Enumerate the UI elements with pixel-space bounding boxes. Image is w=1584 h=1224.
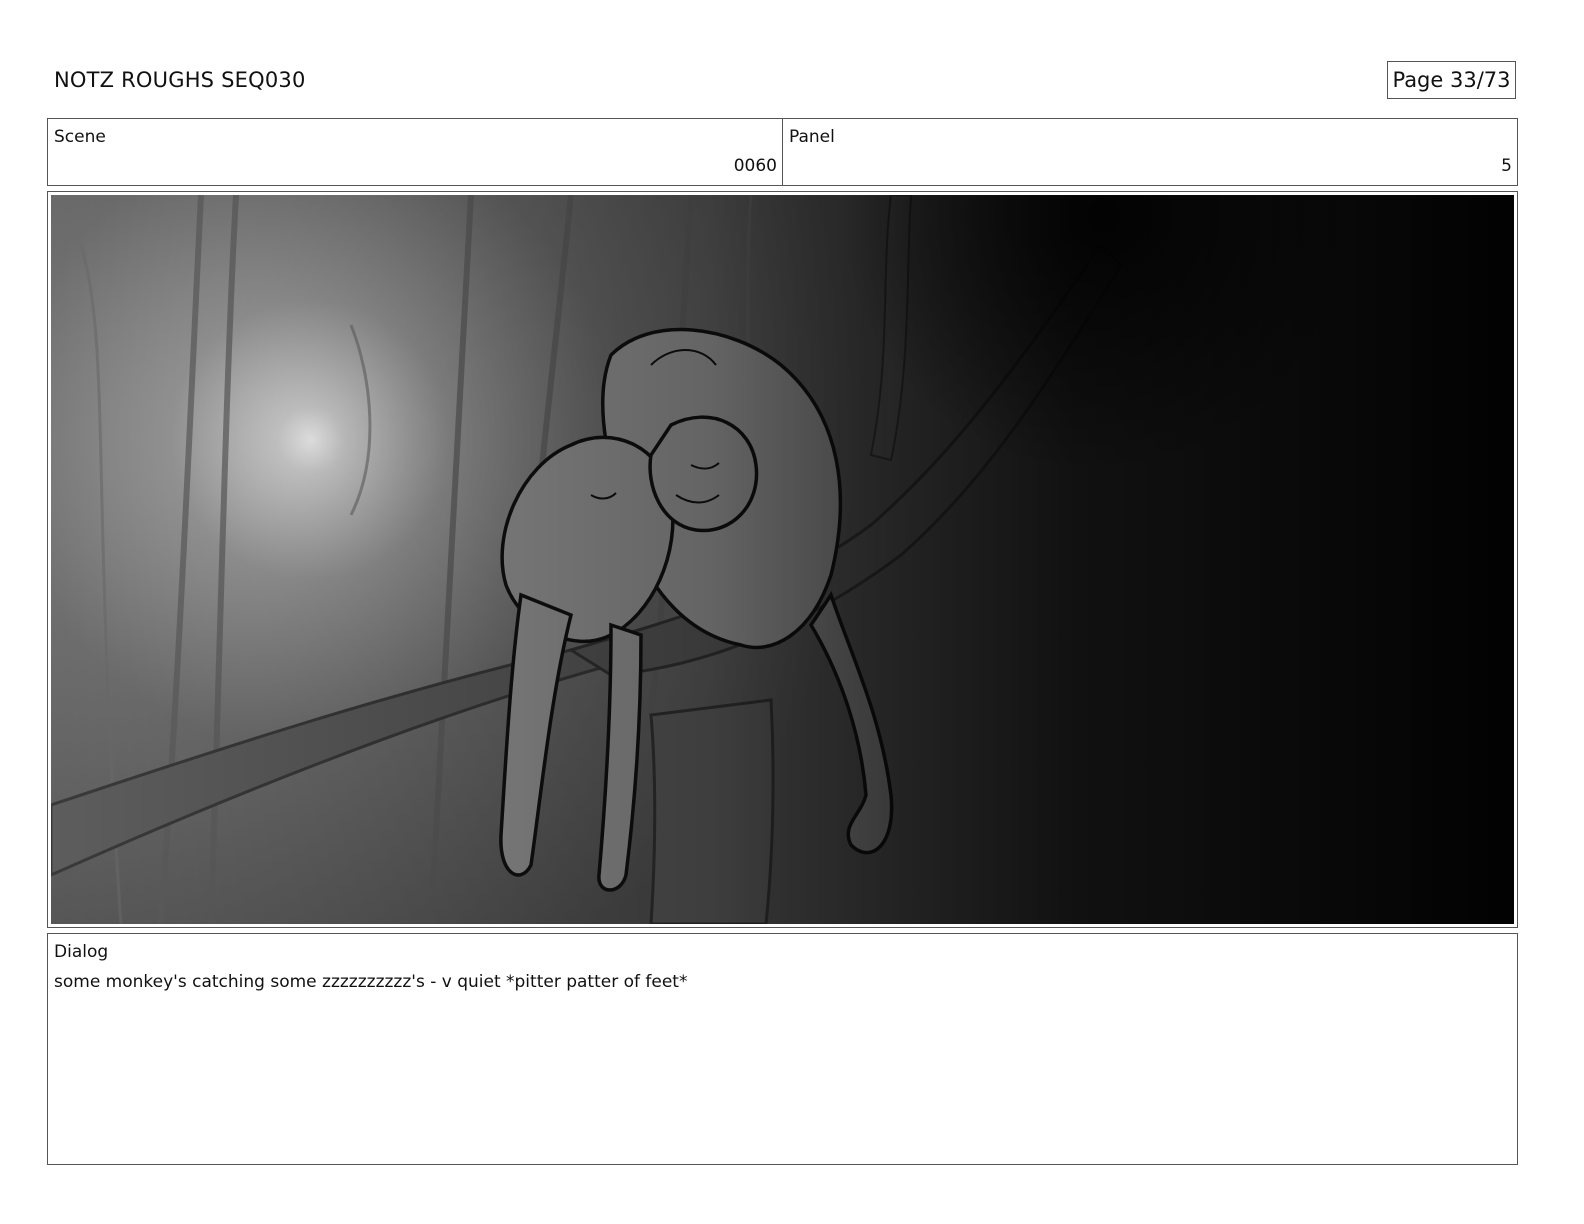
scene-number: 0060 (733, 156, 777, 176)
dialog-label: Dialog (54, 942, 109, 962)
scene-label: Scene (54, 127, 106, 147)
panel-cell: Panel 5 (782, 119, 1517, 185)
storyboard-title: NOTZ ROUGHS SEQ030 (54, 68, 306, 92)
scene-cell: Scene 0060 (48, 119, 782, 185)
monkeys-on-branch-sketch (51, 195, 1514, 924)
storyboard-panel-image (51, 195, 1514, 924)
panel-number: 5 (1501, 156, 1512, 176)
page-counter: Page 33/73 (1387, 61, 1516, 99)
panel-label: Panel (789, 127, 835, 147)
dialog-text: some monkey's catching some zzzzzzzzzz's… (54, 972, 688, 992)
scene-panel-info: Scene 0060 Panel 5 (47, 118, 1518, 186)
dialog-box: Dialog some monkey's catching some zzzzz… (47, 933, 1518, 1165)
